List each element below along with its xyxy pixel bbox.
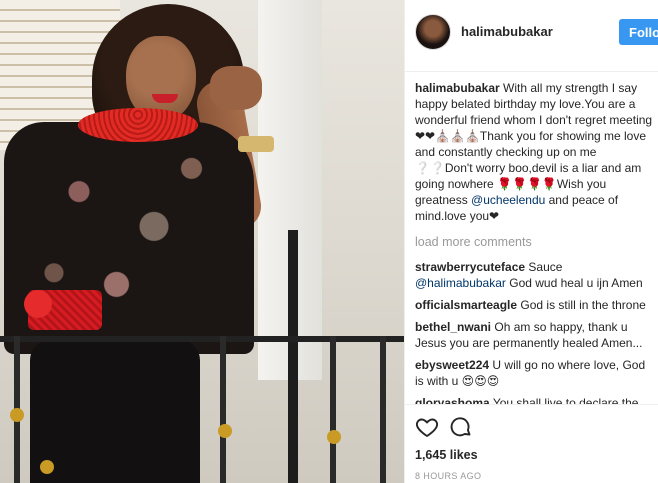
post-sidebar: halimabubakar Follow halimabubakar With … <box>404 0 658 483</box>
railing-ornament <box>327 430 341 444</box>
red-bracelet <box>24 290 52 318</box>
comment-text-post: God wud heal u ijn Amen <box>505 276 643 290</box>
railing-bar <box>380 336 386 483</box>
caption: halimabubakar With all my strength I say… <box>415 80 653 224</box>
caption-mention[interactable]: @ucheelendu <box>471 193 545 207</box>
railing-ornament <box>218 424 232 438</box>
comments-section: halimabubakar With all my strength I say… <box>415 80 653 417</box>
post-timestamp: 8 HOURS AGO <box>415 471 482 481</box>
likes-count[interactable]: 1,645 likes <box>415 448 478 462</box>
comment-text: God is still in the throne <box>520 298 646 312</box>
comment-text: Sauce <box>528 260 563 274</box>
railing-ornament <box>40 460 54 474</box>
post-actions: 1,645 likes 8 HOURS AGO <box>405 404 658 483</box>
railing-bar <box>330 336 336 483</box>
header-username[interactable]: halimabubakar <box>461 24 553 39</box>
post-photo[interactable] <box>0 0 404 483</box>
comment-item: officialsmarteagle God is still in the t… <box>415 297 653 313</box>
comment-item: strawberrycuteface Sauce @halimabubakar … <box>415 259 653 291</box>
railing <box>0 336 404 342</box>
heart-icon[interactable] <box>415 415 439 439</box>
comment-item: bethel_nwani Oh am so happy, thank u Jes… <box>415 319 653 351</box>
load-more-comments-link[interactable]: load more comments <box>415 234 653 250</box>
coral-necklace <box>78 108 198 142</box>
caption-username[interactable]: halimabubakar <box>415 81 500 95</box>
caption-text-1: With all my strength I say happy belated… <box>415 81 653 207</box>
comment-icon[interactable] <box>449 415 473 439</box>
railing-ornament <box>10 408 24 422</box>
comment-username[interactable]: ebysweet224 <box>415 358 489 372</box>
comment-mention[interactable]: @halimabubakar <box>415 276 506 290</box>
railing-bar <box>220 336 226 483</box>
black-skirt <box>30 340 200 483</box>
post-header: halimabubakar Follow <box>405 0 658 72</box>
comment-username[interactable]: strawberrycuteface <box>415 260 525 274</box>
follow-button[interactable]: Follow <box>619 19 658 45</box>
wrist-watch <box>238 136 274 152</box>
raised-fist <box>210 66 262 110</box>
comment-username[interactable]: officialsmarteagle <box>415 298 517 312</box>
avatar[interactable] <box>415 14 451 50</box>
door-post <box>288 230 298 483</box>
comment-username[interactable]: bethel_nwani <box>415 320 491 334</box>
comment-item: ebysweet224 U will go no where love, God… <box>415 357 653 389</box>
